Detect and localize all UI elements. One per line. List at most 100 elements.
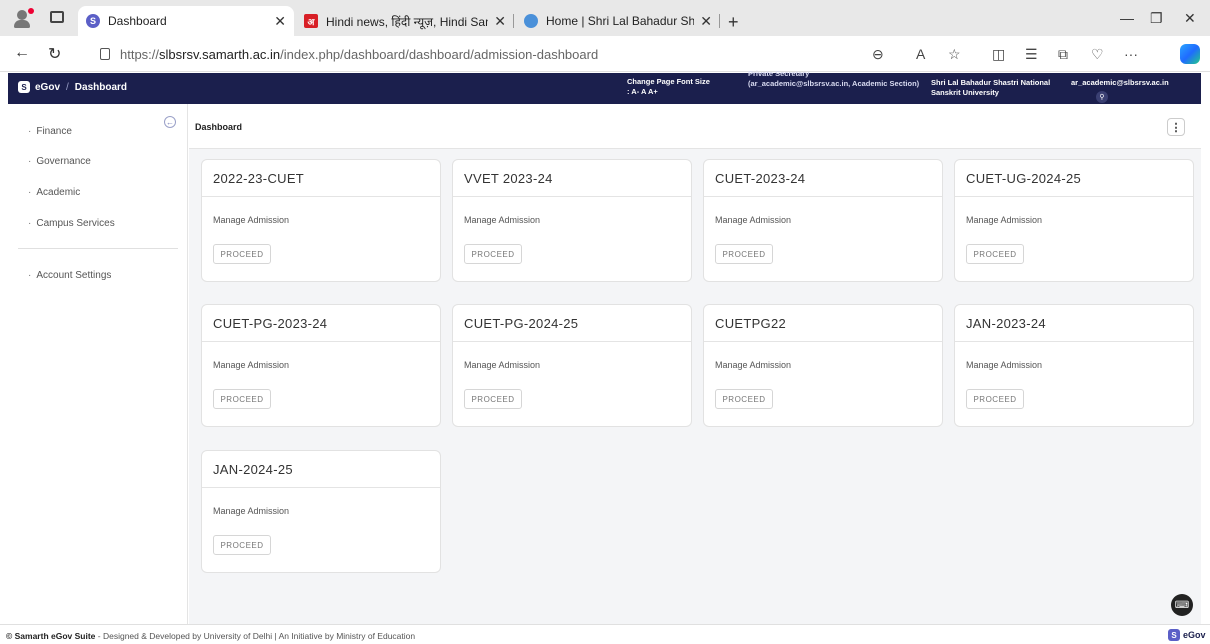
tab-title: Home | Shri Lal Bahadur Shastri N (546, 14, 695, 28)
url-field[interactable]: https://slbsrsv.samarth.ac.in/index.php/… (100, 41, 890, 67)
footer: © Samarth eGov Suite - Designed & Develo… (0, 624, 1210, 644)
egov-logo: S (18, 81, 30, 93)
brand-link[interactable]: eGov (35, 82, 60, 93)
proceed-button[interactable]: PROCEED (715, 244, 773, 264)
favorites-icon[interactable]: ☰ (1025, 46, 1038, 63)
breadcrumb-current: Dashboard (74, 81, 128, 93)
page-title: Dashboard (195, 122, 243, 132)
admission-card: 2022-23-CUET Manage Admission PROCEED (201, 159, 441, 282)
browser-tab-dashboard[interactable]: S Dashboard ✕ (78, 6, 294, 36)
font-size-label: Change Page Font Size (627, 77, 710, 86)
font-size-buttons[interactable]: : A- A A+ (627, 87, 737, 97)
card-subtitle: Manage Admission (464, 215, 541, 225)
sidebar-item-governance[interactable]: Governance (28, 156, 90, 167)
user-email[interactable]: ar_academic@slbsrsv.ac.in (1071, 78, 1201, 88)
footer-brand: © Samarth eGov Suite (6, 631, 96, 641)
card-title: CUET-PG-2024-25 (464, 316, 579, 331)
card-subtitle: Manage Admission (715, 360, 792, 370)
card-subtitle: Manage Admission (213, 360, 290, 370)
sidebar-item-academic[interactable]: Academic (28, 187, 80, 198)
role-detail: (ar_academic@slbsrsv.ac.in, Academic Sec… (748, 79, 920, 88)
user-role[interactable]: Private Secretary (ar_academic@slbsrsv.a… (748, 69, 928, 104)
card-subtitle: Manage Admission (966, 215, 1043, 225)
browser-tab-strip: S Dashboard ✕ अ Hindi news, हिंदी न्यूज़… (0, 0, 1210, 36)
restore-icon[interactable]: ❐ (1150, 10, 1163, 27)
tab-actions-icon[interactable] (50, 11, 64, 23)
footer-credits: - Designed & Developed by University of … (95, 631, 416, 641)
browser-essentials-icon[interactable]: ♡ (1091, 46, 1104, 63)
card-title: JAN-2023-24 (966, 316, 1046, 331)
card-subtitle: Manage Admission (715, 215, 792, 225)
close-window-icon[interactable]: ✕ (1184, 10, 1196, 27)
refresh-icon[interactable]: ↻ (48, 44, 61, 64)
proceed-button[interactable]: PROCEED (213, 244, 271, 264)
keyboard-icon[interactable]: ⌨ (1171, 594, 1193, 616)
admission-card: CUETPG22 Manage Admission PROCEED (703, 304, 943, 427)
font-size-control: Change Page Font Size : A- A A+ (627, 77, 737, 97)
egov-logo-icon: S (1168, 629, 1180, 641)
footer-text: © Samarth eGov Suite - Designed & Develo… (6, 631, 415, 641)
footer-logo: S eGov (1168, 629, 1206, 641)
proceed-button[interactable]: PROCEED (966, 244, 1024, 264)
proceed-button[interactable]: PROCEED (213, 389, 271, 409)
role-title: Private Secretary (748, 69, 810, 78)
sidebar-item-finance[interactable]: Finance (28, 126, 72, 137)
more-options-icon[interactable]: ··· (1124, 46, 1138, 62)
close-tab-icon[interactable]: ✕ (494, 13, 506, 30)
proceed-button[interactable]: PROCEED (464, 389, 522, 409)
collections-icon[interactable]: ⧉ (1058, 46, 1068, 63)
back-icon[interactable]: ← (14, 44, 30, 62)
card-subtitle: Manage Admission (213, 215, 290, 225)
close-tab-icon[interactable]: ✕ (700, 13, 712, 30)
proceed-button[interactable]: PROCEED (213, 535, 271, 555)
card-title: VVET 2023-24 (464, 171, 553, 186)
proceed-button[interactable]: PROCEED (715, 389, 773, 409)
address-bar-row: ← ↻ https://slbsrsv.samarth.ac.in/index.… (0, 36, 1210, 72)
card-title: CUET-UG-2024-25 (966, 171, 1082, 186)
favorite-star-icon[interactable]: ☆ (948, 46, 961, 63)
news-favicon-icon: अ (304, 14, 318, 28)
user-avatar-icon[interactable]: ⚲ (1096, 91, 1108, 103)
admission-card: CUET-UG-2024-25 Manage Admission PROCEED (954, 159, 1194, 282)
copilot-icon[interactable] (1180, 44, 1200, 64)
globe-favicon-icon (524, 14, 538, 28)
admission-card: JAN-2023-24 Manage Admission PROCEED (954, 304, 1194, 427)
profile-icon[interactable] (12, 8, 34, 30)
minimize-icon[interactable]: — (1120, 10, 1134, 26)
proceed-button[interactable]: PROCEED (966, 389, 1024, 409)
breadcrumb: S eGov / Dashboard (18, 81, 127, 93)
samarth-favicon-icon: S (86, 14, 100, 28)
sidebar-item-account-settings[interactable]: Account Settings (28, 270, 111, 281)
card-title: CUET-2023-24 (715, 171, 806, 186)
collapse-sidebar-icon[interactable]: ← (164, 116, 176, 128)
proceed-button[interactable]: PROCEED (464, 244, 522, 264)
zoom-icon[interactable]: ⊖ (872, 46, 884, 63)
read-aloud-icon[interactable]: A (916, 46, 925, 62)
card-subtitle: Manage Admission (213, 506, 290, 516)
admission-card: CUET-PG-2023-24 Manage Admission PROCEED (201, 304, 441, 427)
lock-icon (100, 48, 110, 60)
sidebar: ← Finance Governance Academic Campus Ser… (8, 104, 188, 624)
card-subtitle: Manage Admission (464, 360, 541, 370)
url-text: https://slbsrsv.samarth.ac.in/index.php/… (120, 46, 599, 62)
sidebar-divider (18, 248, 178, 249)
card-title: 2022-23-CUET (213, 171, 305, 186)
close-tab-icon[interactable]: ✕ (274, 13, 286, 30)
browser-tab-hindi-news[interactable]: अ Hindi news, हिंदी न्यूज़, Hindi Sama ✕ (296, 6, 514, 36)
content-header: Dashboard ⋮ (189, 104, 1201, 149)
browser-tab-university-home[interactable]: Home | Shri Lal Bahadur Shastri N ✕ (516, 6, 720, 36)
admission-card: JAN-2024-25 Manage Admission PROCEED (201, 450, 441, 573)
sidebar-item-campus-services[interactable]: Campus Services (28, 218, 114, 229)
kebab-menu-icon[interactable]: ⋮ (1167, 118, 1185, 136)
footer-logo-text: eGov (1183, 630, 1206, 640)
app-header: S eGov / Dashboard Change Page Font Size… (8, 69, 1201, 104)
admission-card: CUET-PG-2024-25 Manage Admission PROCEED (452, 304, 692, 427)
tab-title: Hindi news, हिंदी न्यूज़, Hindi Sama (326, 14, 489, 29)
new-tab-icon[interactable]: + (728, 12, 739, 33)
university-name: Shri Lal Bahadur Shastri National Sanskr… (931, 78, 1051, 97)
card-title: CUETPG22 (715, 316, 787, 331)
card-title: JAN-2024-25 (213, 462, 293, 477)
tab-title: Dashboard (108, 14, 167, 28)
card-title: CUET-PG-2023-24 (213, 316, 328, 331)
split-screen-icon[interactable]: ◫ (992, 46, 1005, 63)
